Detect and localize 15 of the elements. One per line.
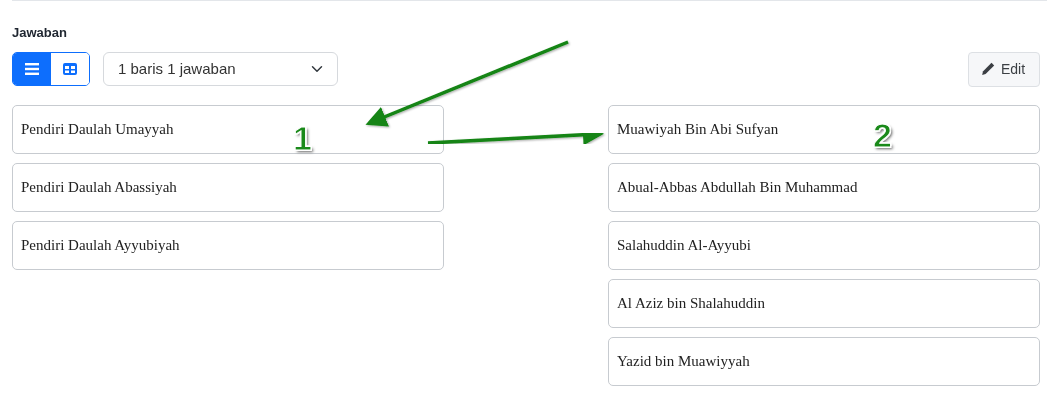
layout-select[interactable]: 1 baris 1 jawaban — [103, 52, 338, 86]
pencil-icon — [981, 62, 995, 76]
annotation-number: 1 — [293, 121, 312, 155]
answer-item[interactable]: Abual-Abbas Abdullah Bin Muhammad — [608, 163, 1040, 212]
question-item[interactable]: Pendiri Daulah Abassiyah — [12, 163, 444, 212]
grid-icon — [63, 63, 77, 75]
answer-item[interactable]: Salahuddin Al-Ayyubi — [608, 221, 1040, 270]
edit-button[interactable]: Edit — [968, 51, 1040, 87]
section-title: Jawaban — [12, 25, 68, 41]
list-icon — [25, 63, 39, 75]
answer-item[interactable]: Yazid bin Muawiyyah — [608, 337, 1040, 386]
answer-item[interactable]: Al Aziz bin Shalahuddin — [608, 279, 1040, 328]
question-item[interactable]: Pendiri Daulah Ayyubiyah — [12, 221, 444, 270]
annotation-number: 2 — [873, 118, 892, 152]
list-view-button[interactable] — [13, 53, 51, 85]
